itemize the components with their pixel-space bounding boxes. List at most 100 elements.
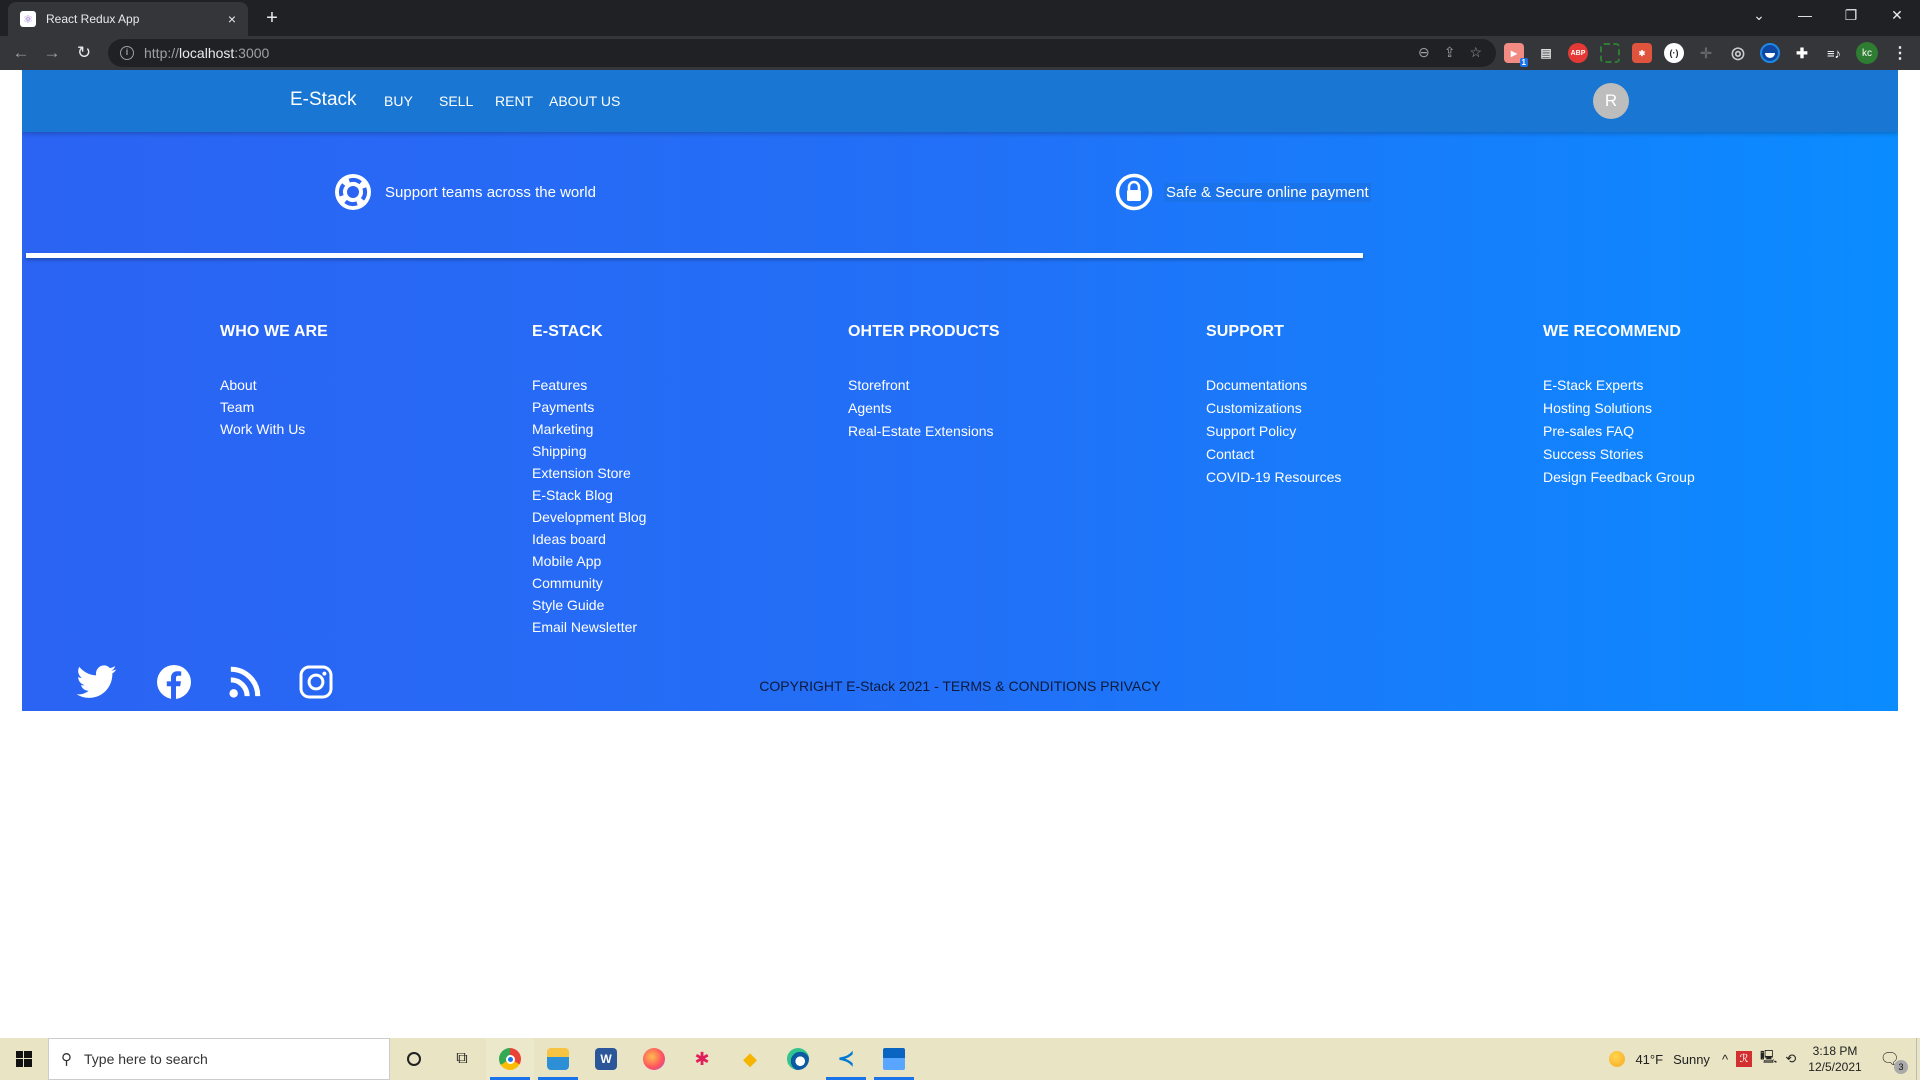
footer-link[interactable]: Pre-sales FAQ	[1543, 420, 1695, 443]
extension-badge: 1	[1519, 58, 1528, 67]
nav-rent[interactable]: RENT	[495, 93, 533, 109]
footer-link[interactable]: COVID-19 Resources	[1206, 466, 1341, 489]
edge-taskbar-icon[interactable]	[774, 1038, 822, 1080]
footer-link[interactable]: Ideas board	[532, 528, 646, 550]
media-queue-icon[interactable]: ≡♪	[1824, 43, 1844, 63]
crosshair-icon[interactable]: ✛	[1696, 43, 1716, 63]
address-bar[interactable]: i http://localhost:3000 ⊖ ⇪ ☆	[108, 39, 1496, 67]
footer-link[interactable]: E-Stack Experts	[1543, 374, 1695, 397]
weather-temp[interactable]: 41°F	[1635, 1052, 1663, 1067]
sync-status-icon[interactable]: ⟲	[1785, 1051, 1796, 1067]
browser-menu-icon[interactable]: ⋮	[1890, 43, 1910, 63]
restore-button[interactable]: ❐	[1828, 0, 1874, 30]
footer-link[interactable]: Marketing	[532, 418, 646, 440]
footer-link[interactable]: Documentations	[1206, 374, 1341, 397]
puzzle-icon[interactable]: ✚	[1792, 43, 1812, 63]
close-window-button[interactable]: ✕	[1874, 0, 1920, 30]
chrome-taskbar-icon[interactable]	[486, 1038, 534, 1080]
screen-capture-icon[interactable]	[1600, 43, 1620, 63]
bookmark-star-icon[interactable]: ☆	[1469, 44, 1482, 61]
word-taskbar-icon[interactable]: W	[582, 1038, 630, 1080]
water-icon[interactable]	[1760, 43, 1780, 63]
footer-link[interactable]: E-Stack Blog	[532, 484, 646, 506]
footer-link[interactable]: Design Feedback Group	[1543, 466, 1695, 489]
windows-start-button[interactable]	[0, 1038, 48, 1080]
tab-close-icon[interactable]: ×	[222, 11, 242, 27]
minimize-button[interactable]: —	[1782, 0, 1828, 30]
footer-link-team[interactable]: Team	[220, 396, 328, 418]
antivirus-icon[interactable]: ℛ	[1736, 1051, 1753, 1067]
search-placeholder: Type here to search	[84, 1051, 208, 1067]
show-desktop-button[interactable]	[1916, 1038, 1920, 1080]
footer-link-work-with-us[interactable]: Work With Us	[220, 418, 328, 440]
tab-search-dropdown-icon[interactable]: ⌄	[1736, 0, 1782, 30]
kite-app-taskbar-icon[interactable]: ◆	[726, 1038, 774, 1080]
page-content: E-Stack BUY SELL RENT ABOUT US R Support…	[22, 70, 1898, 711]
cortana-icon[interactable]	[390, 1038, 438, 1080]
footer-link-about[interactable]: About	[220, 374, 328, 396]
dots-circle-icon[interactable]: (·)	[1664, 43, 1684, 63]
site-info-icon[interactable]: i	[120, 46, 134, 60]
nav-about-us[interactable]: ABOUT US	[549, 93, 620, 109]
show-hidden-icons-chevron-icon[interactable]: ^	[1722, 1052, 1728, 1067]
reload-button[interactable]: ↻	[72, 41, 96, 65]
slack-taskbar-icon[interactable]: ✱	[678, 1038, 726, 1080]
new-tab-button[interactable]: +	[260, 6, 284, 30]
network-icon[interactable]: 🖳	[1760, 1048, 1777, 1070]
footer-link[interactable]: Development Blog	[532, 506, 646, 528]
vscode-taskbar-icon[interactable]: ≺	[822, 1038, 870, 1080]
footer-column-who-we-are: WHO WE ARE About Team Work With Us	[220, 323, 328, 440]
brand-logo[interactable]: E-Stack	[290, 89, 357, 111]
footer-link[interactable]: Style Guide	[532, 594, 646, 616]
footer-link[interactable]: Community	[532, 572, 646, 594]
footer-link[interactable]: Extension Store	[532, 462, 646, 484]
url-port: :3000	[234, 45, 270, 61]
footer-link[interactable]: Customizations	[1206, 397, 1341, 420]
footer-link[interactable]: Support Policy	[1206, 420, 1341, 443]
footer-link[interactable]: Features	[532, 374, 646, 396]
react-redux-favicon-icon: ⚛	[20, 11, 36, 27]
footer-link[interactable]: Agents	[848, 397, 1000, 420]
nav-buy[interactable]: BUY	[384, 93, 413, 109]
footer-link[interactable]: Success Stories	[1543, 443, 1695, 466]
back-button[interactable]: ←	[9, 41, 33, 65]
forward-button[interactable]: →	[40, 41, 64, 65]
firefox-taskbar-icon[interactable]	[630, 1038, 678, 1080]
url-host: localhost	[179, 45, 235, 61]
footer-link[interactable]: Hosting Solutions	[1543, 397, 1695, 420]
share-icon[interactable]: ⇪	[1444, 44, 1456, 61]
weather-desc[interactable]: Sunny	[1673, 1052, 1710, 1067]
section-divider	[26, 253, 1363, 258]
footer-link[interactable]: Real-Estate Extensions	[848, 420, 1000, 443]
user-avatar[interactable]: R	[1593, 83, 1629, 119]
task-view-icon[interactable]: ⧉	[438, 1038, 486, 1080]
footer-link[interactable]: Payments	[532, 396, 646, 418]
shredder-icon[interactable]: ▤	[1536, 43, 1556, 63]
video-extension-icon[interactable]: ▶ 1	[1504, 43, 1528, 67]
action-center-icon[interactable]: 🗨 3	[1880, 1049, 1908, 1074]
browser-tab-bar: ⚛ React Redux App × + ⌄ — ❐ ✕	[0, 0, 1920, 36]
abp-icon[interactable]: ABP	[1568, 43, 1588, 63]
target-icon[interactable]: ◎	[1728, 43, 1748, 63]
footer-link[interactable]: Contact	[1206, 443, 1341, 466]
column-title: OHTER PRODUCTS	[848, 323, 1000, 340]
windows-taskbar: ⚲ Type here to search ⧉ W ✱ ◆ ≺ 41°F Sun…	[0, 1038, 1920, 1080]
browser-toolbar: ← → ↻ i http://localhost:3000 ⊖ ⇪ ☆ ▶ 1 ▤…	[0, 36, 1920, 70]
taskbar-clock[interactable]: 3:18 PM 12/5/2021	[1808, 1043, 1861, 1075]
clock-date: 12/5/2021	[1808, 1060, 1862, 1074]
extensions-bar: ▶ 1 ▤ ABP ✱ (·) ✛ ◎ ✚ ≡♪ kc ⋮	[1504, 41, 1910, 67]
column-title: E-STACK	[532, 323, 603, 340]
lock-icon	[1115, 173, 1153, 211]
footer-link[interactable]: Mobile App	[532, 550, 646, 572]
nav-sell[interactable]: SELL	[439, 93, 473, 109]
zoom-icon[interactable]: ⊖	[1418, 44, 1430, 61]
profile-avatar[interactable]: kc	[1856, 42, 1878, 64]
footer-link[interactable]: Email Newsletter	[532, 616, 646, 638]
taskbar-search-input[interactable]: ⚲ Type here to search	[48, 1038, 390, 1080]
mail-taskbar-icon[interactable]	[870, 1038, 918, 1080]
file-explorer-taskbar-icon[interactable]	[534, 1038, 582, 1080]
footer-link[interactable]: Shipping	[532, 440, 646, 462]
browser-tab[interactable]: ⚛ React Redux App ×	[8, 2, 248, 36]
footer-link[interactable]: Storefront	[848, 374, 1000, 397]
bug-icon[interactable]: ✱	[1632, 43, 1652, 63]
